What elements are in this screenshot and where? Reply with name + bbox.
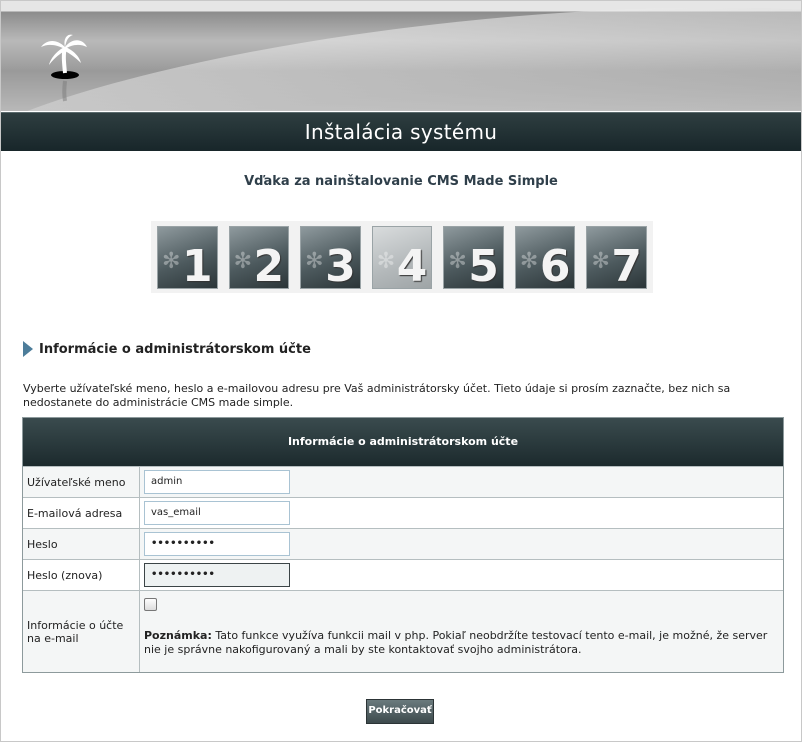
username-label: Užívateľské meno (23, 467, 140, 497)
email-label: E-mailová adresa (23, 498, 140, 528)
section-heading: Informácie o administrátorskom účte (23, 341, 311, 357)
email-input[interactable]: vas_email (144, 501, 290, 525)
password-confirm-input[interactable]: •••••••••• (144, 563, 290, 587)
section-title: Informácie o administrátorskom účte (39, 341, 311, 357)
continue-button[interactable]: Pokračovať (366, 699, 434, 724)
password-label: Heslo (23, 529, 140, 559)
password-confirm-label: Heslo (znova) (23, 560, 140, 590)
password-input[interactable]: •••••••••• (144, 532, 290, 556)
step-5: ✻ 5 (443, 226, 504, 292)
installer-window: Inštalácia systému Vďaka za nainštalovan… (0, 0, 802, 742)
page-title: Inštalácia systému (1, 112, 801, 151)
palm-watermark-icon: ✻ (162, 249, 181, 274)
form-table-header: Informácie o administrátorskom účte (23, 418, 783, 466)
password-row: Heslo •••••••••• (23, 528, 783, 559)
username-input[interactable]: admin (144, 470, 290, 494)
step-6: ✻ 6 (514, 226, 576, 292)
header-banner (1, 1, 801, 111)
step-7: ✻ 7 (586, 226, 648, 292)
password-confirm-row: Heslo (znova) •••••••••• (23, 559, 783, 590)
palm-tree-logo-icon (41, 34, 87, 102)
email-notify-label: Informácie o účte na e-mail (23, 591, 140, 672)
section-intro: Vyberte užívateľské meno, heslo a e-mail… (23, 382, 731, 409)
email-row: E-mailová adresa vas_email (23, 497, 783, 528)
step-3: ✻ 3 (300, 226, 361, 292)
welcome-message: Vďaka za nainštalovanie CMS Made Simple (244, 174, 558, 189)
username-row: Užívateľské meno admin (23, 466, 783, 497)
mail-note: Poznámka: Tato funkce využíva funkcii ma… (144, 629, 779, 657)
palm-watermark-icon: ✻ (519, 249, 539, 274)
step-1: ✻ 1 (157, 226, 218, 292)
palm-watermark-icon: ✻ (233, 249, 253, 274)
email-notify-row: Informácie o účte na e-mail Poznámka: Ta… (23, 590, 783, 672)
triangle-arrow-icon (23, 341, 33, 357)
step-4-current: ✻ 4 (371, 226, 433, 292)
step-2: ✻ 2 (228, 226, 290, 292)
note-text: Tato funkce využíva funkcii mail v php. … (144, 629, 768, 656)
note-label: Poznámka: (144, 629, 212, 642)
header-swoosh (1, 1, 801, 111)
palm-watermark-icon: ✻ (305, 249, 324, 274)
email-notify-checkbox[interactable] (144, 598, 157, 611)
step-indicator: ✻ 1 ✻ 2 ✻ 3 ✻ 4 ✻ 5 ✻ 6 ✻ 7 (151, 221, 653, 293)
palm-watermark-icon: ✻ (448, 249, 467, 274)
palm-watermark-icon: ✻ (376, 249, 396, 274)
palm-watermark-icon: ✻ (591, 249, 610, 274)
admin-account-form: Informácie o administrátorskom účte Užív… (22, 417, 784, 673)
